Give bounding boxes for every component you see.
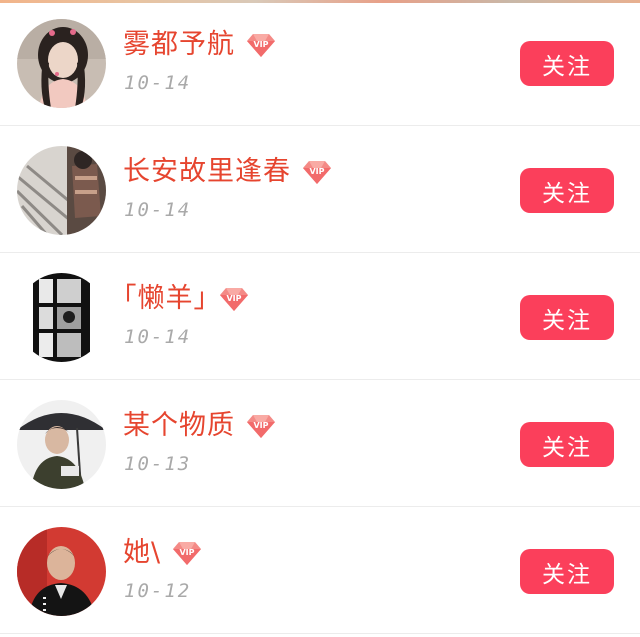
avatar[interactable]: [17, 273, 106, 362]
svg-text:VIP: VIP: [180, 548, 195, 557]
name-line: 长安故里逢春 VIP: [123, 154, 335, 190]
vip-badge-icon: VIP: [216, 285, 252, 313]
name-line: 她\ VIP: [123, 535, 205, 571]
list-item[interactable]: ｢懒羊｣ VIP 10-14 关注: [0, 254, 640, 380]
follow-date: 10-12: [124, 580, 192, 602]
svg-text:VIP: VIP: [226, 294, 241, 303]
follow-date: 10-14: [124, 199, 192, 221]
list-item[interactable]: 雾都予航 VIP 10-14 关注: [0, 0, 640, 126]
user-name[interactable]: 她\: [123, 535, 161, 571]
avatar[interactable]: [17, 527, 106, 616]
avatar[interactable]: [17, 400, 106, 489]
vip-badge-icon: VIP: [243, 412, 279, 440]
follow-date: 10-13: [124, 453, 192, 475]
follow-button[interactable]: 关注: [520, 549, 614, 594]
vip-badge-icon: VIP: [243, 31, 279, 59]
user-name[interactable]: 长安故里逢春: [123, 154, 291, 190]
user-name[interactable]: ｢懒羊｣: [123, 281, 208, 317]
follow-date: 10-14: [124, 72, 192, 94]
user-name[interactable]: 某个物质: [123, 408, 235, 444]
list-item[interactable]: 某个物质 VIP 10-13 关注: [0, 381, 640, 507]
name-line: 雾都予航 VIP: [123, 27, 279, 63]
follow-date: 10-14: [124, 326, 192, 348]
follow-button[interactable]: 关注: [520, 41, 614, 86]
name-line: ｢懒羊｣ VIP: [123, 281, 252, 317]
svg-text:VIP: VIP: [309, 167, 324, 176]
follow-button[interactable]: 关注: [520, 295, 614, 340]
list-item[interactable]: 长安故里逢春 VIP 10-14 关注: [0, 127, 640, 253]
vip-badge-icon: VIP: [299, 158, 335, 186]
svg-text:VIP: VIP: [253, 421, 268, 430]
list-item[interactable]: 她\ VIP 10-12 关注: [0, 508, 640, 634]
avatar[interactable]: [17, 146, 106, 235]
follow-button[interactable]: 关注: [520, 168, 614, 213]
vip-badge-icon: VIP: [169, 539, 205, 567]
avatar[interactable]: [17, 19, 106, 108]
svg-text:VIP: VIP: [253, 40, 268, 49]
name-line: 某个物质 VIP: [123, 408, 279, 444]
follow-button[interactable]: 关注: [520, 422, 614, 467]
user-name[interactable]: 雾都予航: [123, 27, 235, 63]
